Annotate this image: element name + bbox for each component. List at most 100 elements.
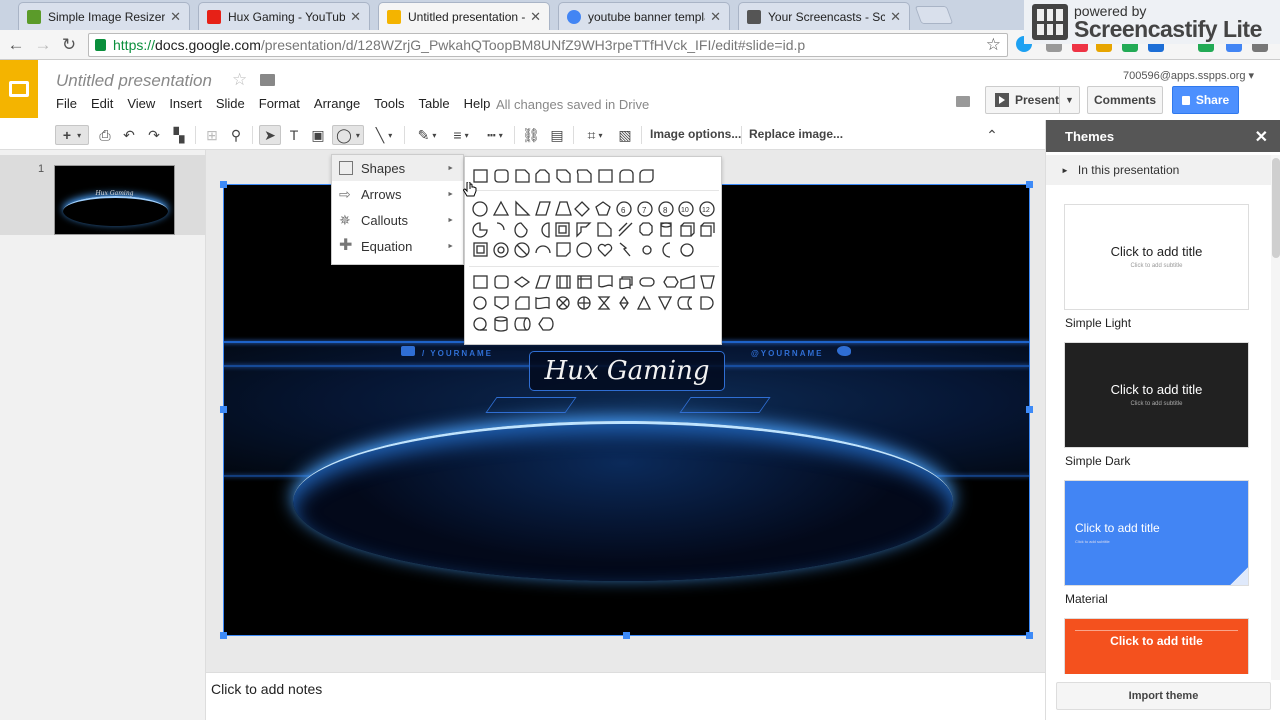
- right-triangle-shape-icon[interactable]: [515, 200, 531, 216]
- menu-table[interactable]: Table: [419, 96, 450, 111]
- forward-arrow-icon[interactable]: →: [32, 34, 54, 56]
- flowchart-data-shape-icon[interactable]: [535, 275, 551, 289]
- flowchart-decision-shape-icon[interactable]: [513, 276, 531, 288]
- menu-format[interactable]: Format: [259, 96, 300, 111]
- plaque-shape-icon[interactable]: [639, 222, 653, 236]
- parallelogram-shape-icon[interactable]: [535, 201, 551, 216]
- menu-tools[interactable]: Tools: [374, 96, 404, 111]
- border-dash-icon[interactable]: ┅ ▾: [480, 125, 510, 145]
- flowchart-manual-operation-shape-icon[interactable]: [700, 275, 715, 289]
- folded-corner-alt-shape-icon[interactable]: [556, 242, 571, 257]
- flowchart-preparation-shape-icon[interactable]: [663, 276, 679, 288]
- menu-insert[interactable]: Insert: [169, 96, 202, 111]
- banner-image[interactable]: / YOURNAME @YOURNAME Hux Gaming: [223, 341, 1030, 581]
- smiley-face-shape-icon[interactable]: [576, 242, 592, 258]
- flowchart-internal-storage-shape-icon[interactable]: [577, 275, 592, 289]
- reload-icon[interactable]: ↻: [58, 34, 80, 56]
- octagon-shape-icon[interactable]: 8: [658, 201, 674, 217]
- flowchart-summing-junction-shape-icon[interactable]: [556, 296, 570, 310]
- reset-image-icon[interactable]: ▧: [615, 125, 635, 145]
- arc-shape-icon[interactable]: [496, 222, 505, 231]
- menu-file[interactable]: File: [56, 96, 77, 111]
- snip-diagonal-rectangle-shape-icon[interactable]: [556, 169, 571, 183]
- document-title[interactable]: Untitled presentation: [56, 71, 212, 91]
- menu-slide[interactable]: Slide: [216, 96, 245, 111]
- flowchart-terminator-shape-icon[interactable]: [639, 277, 655, 287]
- heptagon-shape-icon[interactable]: 7: [637, 201, 653, 217]
- redo-icon[interactable]: ↷: [145, 125, 163, 145]
- text-box-icon[interactable]: T: [285, 125, 303, 145]
- flowchart-process-shape-icon[interactable]: [473, 275, 488, 289]
- link-icon[interactable]: ⛓: [521, 125, 541, 145]
- diagonal-stripe-shape-icon[interactable]: [618, 222, 633, 237]
- menu-edit[interactable]: Edit: [91, 96, 113, 111]
- snip-same-side-rectangle-shape-icon[interactable]: [535, 169, 550, 183]
- half-frame-shape-icon[interactable]: [576, 222, 592, 238]
- new-slide-button[interactable]: + ▾: [55, 125, 89, 145]
- flowchart-display-shape-icon[interactable]: [538, 317, 554, 331]
- zoom-icon[interactable]: ⚲: [227, 125, 245, 145]
- flowchart-or-shape-icon[interactable]: [577, 296, 591, 310]
- chord-shape-icon[interactable]: [541, 222, 550, 238]
- menu-view[interactable]: View: [127, 96, 155, 111]
- resize-handle[interactable]: [1026, 181, 1033, 188]
- lightning-bolt-shape-icon[interactable]: [619, 242, 631, 257]
- menu-arrange[interactable]: Arrange: [314, 96, 360, 111]
- flowchart-card-shape-icon[interactable]: [515, 296, 530, 310]
- frame-shape-icon[interactable]: [555, 222, 570, 237]
- cloud-shape-icon[interactable]: [680, 243, 694, 257]
- heart-shape-icon[interactable]: [597, 243, 613, 257]
- close-icon[interactable]: ✕: [1255, 127, 1268, 147]
- comments-button[interactable]: Comments: [1087, 86, 1163, 114]
- triangle-shape-icon[interactable]: [492, 200, 510, 216]
- speaker-notes[interactable]: Click to add notes: [206, 672, 1045, 720]
- line-tool-icon[interactable]: ╲ ▾: [368, 125, 400, 145]
- rectangle-shape-icon[interactable]: [473, 169, 488, 183]
- donut-shape-icon[interactable]: [493, 242, 509, 258]
- resize-handle[interactable]: [1026, 632, 1033, 639]
- resize-handle[interactable]: [623, 632, 630, 639]
- flowchart-collate-shape-icon[interactable]: [597, 296, 611, 310]
- share-button[interactable]: Share: [1172, 86, 1239, 114]
- undo-icon[interactable]: ↶: [120, 125, 138, 145]
- flowchart-document-shape-icon[interactable]: [598, 275, 613, 288]
- present-button[interactable]: Present ▼: [985, 86, 1080, 114]
- theme-orange[interactable]: Click to add title: [1064, 618, 1249, 674]
- folded-corner-shape-icon[interactable]: [597, 222, 612, 237]
- shape-tool-button[interactable]: ◯ ▾: [332, 125, 364, 145]
- can-shape-icon[interactable]: [660, 222, 672, 237]
- flowchart-punched-tape-shape-icon[interactable]: [535, 296, 550, 310]
- new-tab-button[interactable]: [914, 6, 954, 24]
- paint-format-icon[interactable]: ▚: [170, 125, 188, 145]
- flowchart-magnetic-disk-shape-icon[interactable]: [494, 316, 508, 332]
- account-email[interactable]: 700596@apps.sspps.org ▾: [1123, 69, 1254, 82]
- comment-history-icon[interactable]: [956, 96, 970, 107]
- theme-simple-light[interactable]: Click to add title Click to add subtitle: [1064, 204, 1249, 310]
- flowchart-alternate-process-shape-icon[interactable]: [494, 275, 509, 289]
- resize-handle[interactable]: [1026, 406, 1033, 413]
- import-theme-button[interactable]: Import theme: [1056, 682, 1271, 710]
- collapse-toolbar-icon[interactable]: ⌃: [983, 125, 1001, 145]
- close-icon[interactable]: ✕: [710, 9, 721, 25]
- filmstrip-slide-row[interactable]: 1 Hux Gaming: [0, 155, 205, 235]
- flowchart-offpage-connector-shape-icon[interactable]: [494, 296, 509, 310]
- menu-help[interactable]: Help: [464, 96, 491, 111]
- border-weight-icon[interactable]: ≡ ▾: [446, 125, 476, 145]
- browser-tab-presentation[interactable]: Untitled presentation - G ✕: [378, 2, 550, 30]
- browser-tab-youtube[interactable]: Hux Gaming - YouTube ✕: [198, 2, 370, 30]
- themes-scrollbar[interactable]: [1271, 155, 1280, 680]
- in-this-presentation-toggle[interactable]: ► In this presentation: [1046, 155, 1271, 185]
- flowchart-extract-shape-icon[interactable]: [636, 295, 652, 310]
- flowchart-predefined-process-shape-icon[interactable]: [556, 275, 571, 289]
- no-symbol-shape-icon[interactable]: [514, 242, 530, 258]
- image-icon[interactable]: ▣: [309, 125, 327, 145]
- browser-tab-google-search[interactable]: youtube banner templat ✕: [558, 2, 730, 30]
- flowchart-multidocument-shape-icon[interactable]: [619, 276, 633, 290]
- teardrop-shape-icon[interactable]: [514, 222, 528, 238]
- chevron-down-icon[interactable]: ▼: [1059, 87, 1079, 113]
- hexagon-shape-icon[interactable]: 6: [616, 201, 632, 217]
- rounded-rectangle-shape-icon[interactable]: [494, 169, 509, 183]
- round-diagonal-rectangle-shape-icon[interactable]: [639, 169, 654, 183]
- round-corner-rectangle-shape-icon[interactable]: [598, 169, 613, 183]
- pie-shape-icon[interactable]: [472, 222, 488, 238]
